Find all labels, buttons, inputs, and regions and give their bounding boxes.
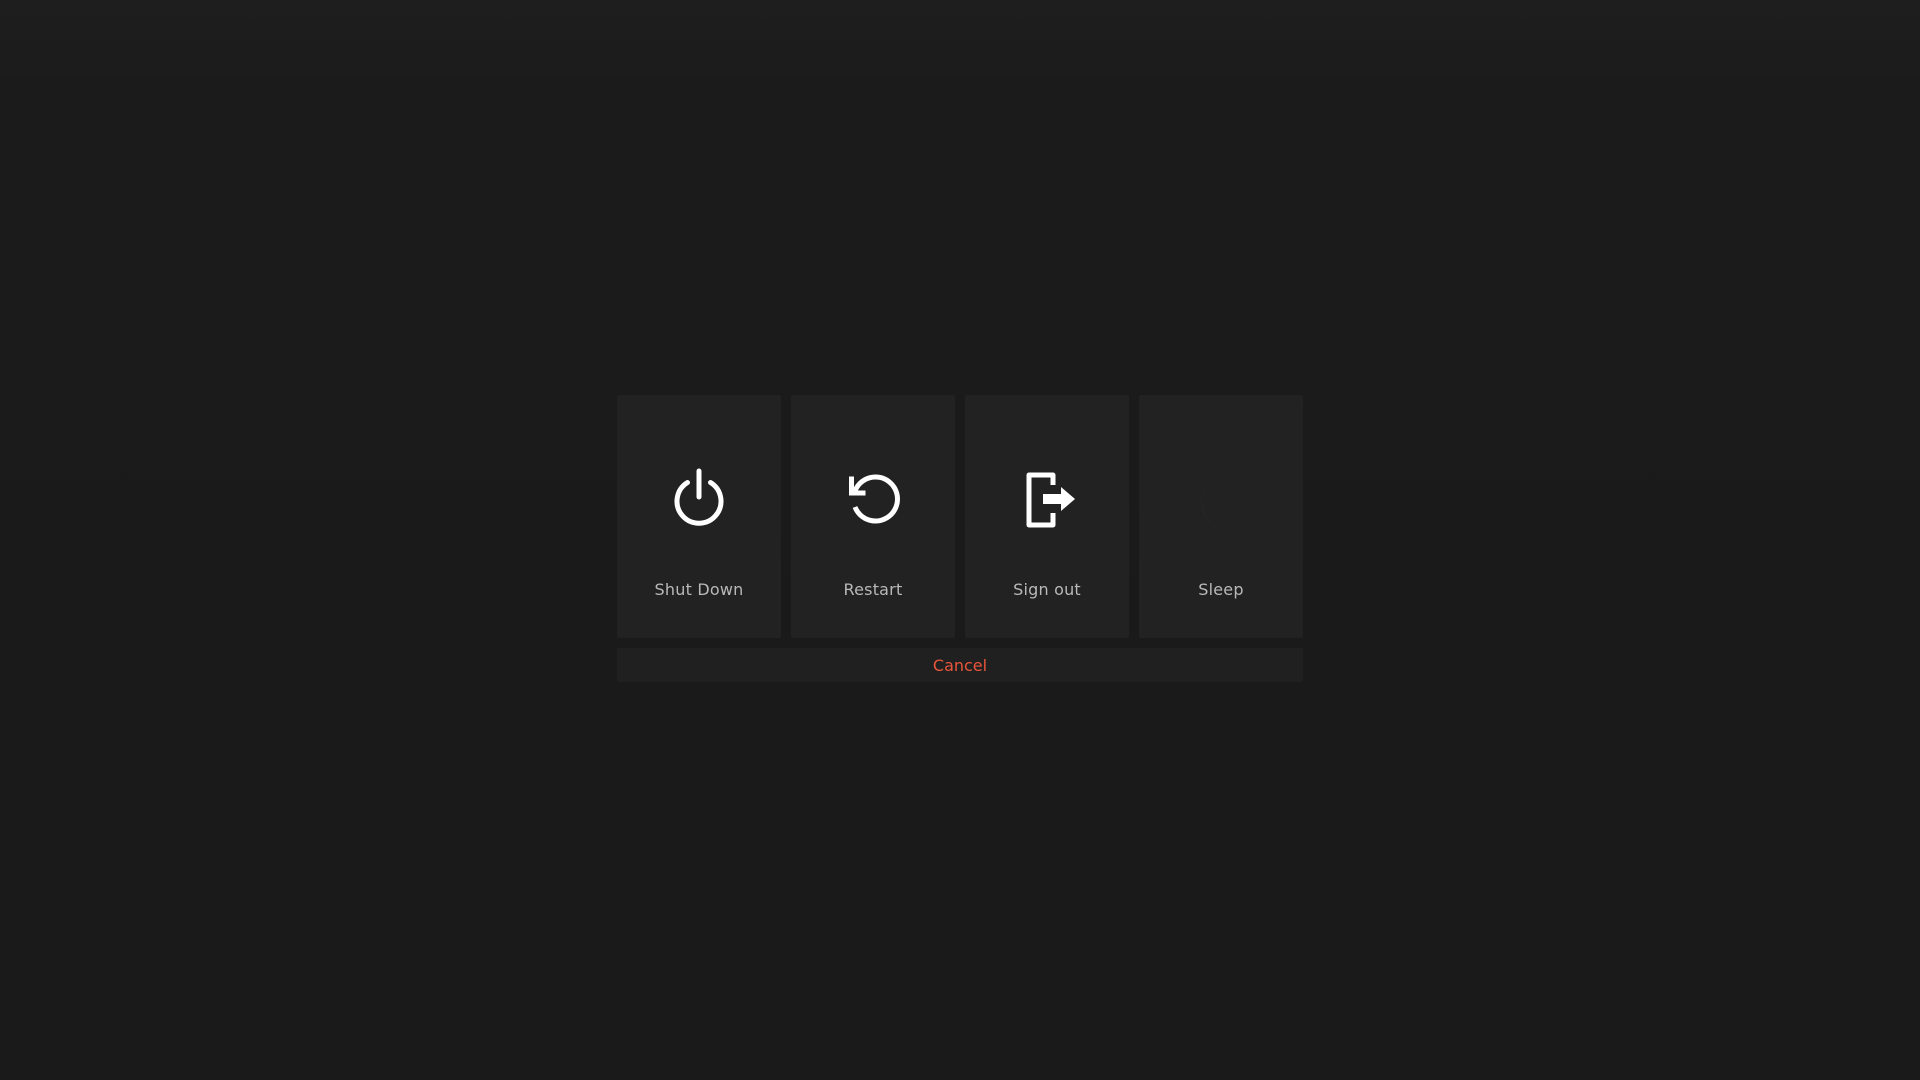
sleep-label: Sleep xyxy=(1198,580,1244,599)
power-options: Shut Down Restart Sign out Sleep xyxy=(617,395,1303,638)
sign-out-icon xyxy=(1015,467,1079,531)
desktop-background: Shut Down Restart Sign out Sleep Cancel xyxy=(0,0,1920,1080)
sleep-button[interactable]: Sleep xyxy=(1139,395,1303,638)
cancel-label: Cancel xyxy=(932,655,988,675)
sign-out-label: Sign out xyxy=(1013,580,1081,599)
shut-down-label: Shut Down xyxy=(654,580,744,599)
power-icon xyxy=(667,467,731,531)
moon-icon xyxy=(1189,467,1253,531)
restart-label: Restart xyxy=(843,580,903,599)
restart-icon xyxy=(841,467,905,531)
restart-button[interactable]: Restart xyxy=(791,395,955,638)
sign-out-button[interactable]: Sign out xyxy=(965,395,1129,638)
shut-down-button[interactable]: Shut Down xyxy=(617,395,781,638)
power-dialog: Shut Down Restart Sign out Sleep Cancel xyxy=(617,395,1303,682)
cancel-button[interactable]: Cancel xyxy=(617,648,1303,682)
